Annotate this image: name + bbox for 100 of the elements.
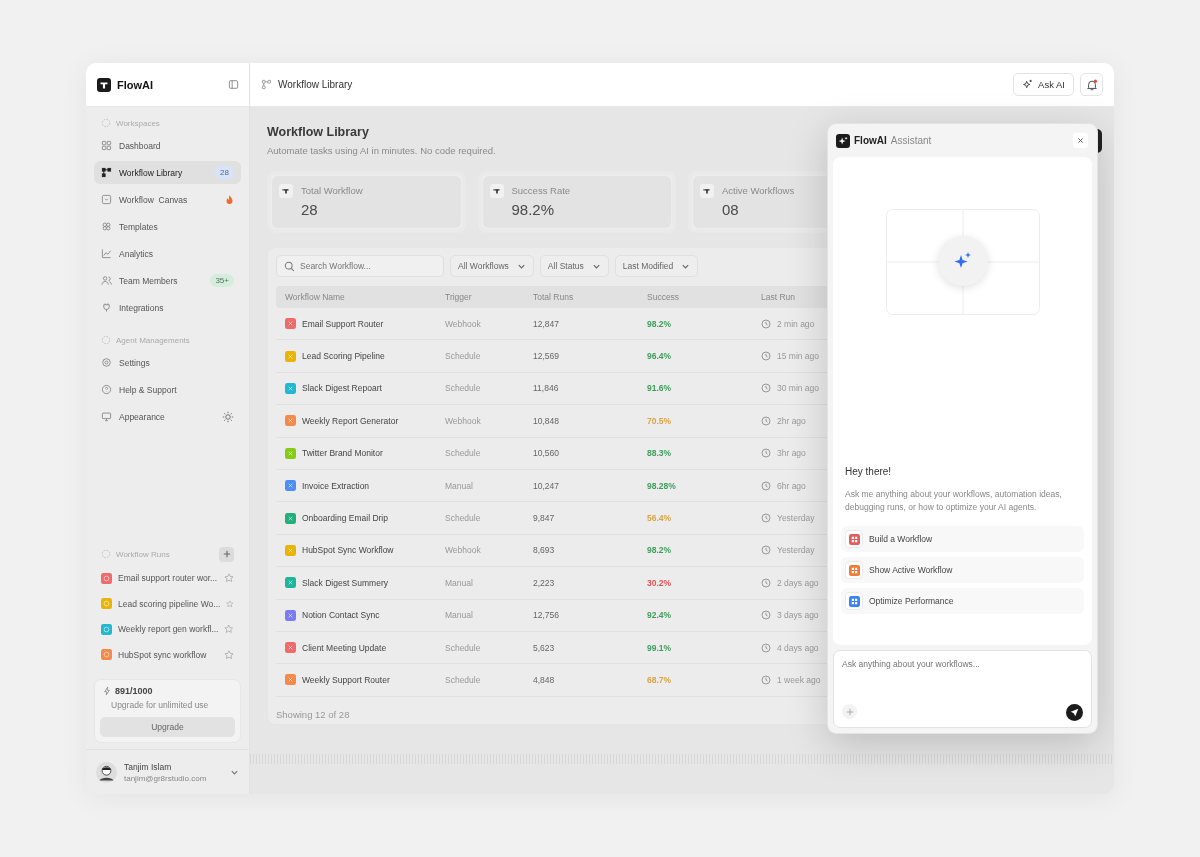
star-icon[interactable] (224, 573, 234, 583)
send-icon (1070, 708, 1079, 717)
table-cell: Weekly Report Generator (302, 415, 399, 426)
table-cell: Invoice Extraction (302, 480, 370, 491)
count-badge: 35+ (210, 274, 234, 287)
nav-item[interactable]: Integrations (94, 296, 241, 319)
filter-dropdown[interactable]: All Status (539, 255, 609, 277)
plug-icon (101, 302, 112, 313)
sidebar-toggle-icon[interactable] (228, 79, 239, 90)
run-item[interactable]: Weekly report gen workfl... (94, 618, 241, 640)
sparkle-icon (937, 236, 988, 286)
stat-label: Active Workflows (722, 185, 795, 196)
table-cell: Client Meeting Update (302, 642, 387, 653)
run-item[interactable]: Lead scoring pipeline Wo... (94, 592, 241, 615)
table-cell: Onboarding Email Drip (302, 513, 388, 524)
star-icon[interactable] (224, 624, 234, 634)
table-cell-text: Webhook (445, 545, 482, 556)
people-icon (101, 275, 112, 286)
filter-dropdown[interactable]: Last Modified (614, 255, 699, 277)
stat-value: 08 (722, 201, 740, 218)
table-cell: 96.4% (647, 351, 672, 362)
table-cell: Yesterday (777, 513, 815, 524)
send-button[interactable] (1066, 704, 1083, 721)
nav-item[interactable]: Help & Support (94, 378, 241, 401)
sparkle-icon (1022, 79, 1034, 90)
table-footer: Showing 12 of 28 (276, 708, 350, 720)
table-cell: Yesterday (777, 545, 815, 556)
search-icon (284, 260, 295, 272)
table-cell: HubSpot Sync Workflow (302, 545, 394, 556)
notification-button[interactable] (1080, 73, 1103, 96)
nav-item[interactable]: Settings (94, 351, 241, 374)
dashed-circle-icon (101, 118, 111, 128)
nav-item[interactable]: Appearance (94, 405, 241, 428)
table-cell-text: Manual (445, 577, 474, 588)
logo-icon (279, 184, 293, 198)
column-header: Last Run (761, 292, 797, 302)
stat-label: Success Rate (511, 185, 571, 196)
logo-icon (97, 77, 111, 92)
suggestion-button[interactable]: Optimize Performance (841, 588, 1084, 615)
user-email: tanjim@gr8rstudio.com (124, 773, 208, 783)
table-cell: 30 min ago (777, 383, 820, 394)
chart-icon (101, 248, 112, 259)
table-cell: 98.2% (647, 318, 672, 329)
run-item[interactable]: HubSpot sync workflow (94, 643, 241, 666)
dashed-circle-icon (101, 335, 111, 345)
table-cell: 1 week ago (777, 675, 821, 685)
close-icon (1077, 137, 1084, 144)
clock-icon (761, 545, 771, 556)
logo-icon (489, 184, 504, 198)
table-cell: Notion Contact Sync (302, 610, 380, 621)
clock-icon (761, 318, 771, 329)
table-cell: 4 days ago (777, 642, 819, 653)
table-cell: 15 min ago (777, 351, 820, 362)
section-title: Workspaces (116, 118, 160, 128)
usage-count: 891/1000 (115, 686, 153, 696)
table-cell: Slack Digest Repoart (302, 383, 382, 394)
monitor-icon (101, 411, 112, 422)
table-cell: 70.5% (647, 415, 672, 426)
frame-icon (101, 194, 112, 205)
nav-item[interactable]: Team Members 35+ (94, 269, 241, 292)
upgrade-button[interactable]: Upgrade (100, 717, 235, 737)
star-icon[interactable] (224, 649, 234, 660)
branch-icon (101, 167, 112, 178)
run-item[interactable]: Email support router wor... (94, 567, 241, 589)
table-cell: 92.4% (647, 610, 672, 621)
nav-item[interactable]: Workflow Canvas (94, 188, 241, 211)
table-cell: 56.4% (647, 513, 672, 524)
ask-ai-button[interactable]: Ask AI (1013, 73, 1074, 96)
grid-icon (101, 140, 112, 151)
attach-button[interactable] (842, 704, 857, 719)
nav-item[interactable]: Analytics (94, 242, 241, 265)
clock-icon (761, 351, 771, 362)
clock-icon (761, 513, 771, 524)
search-field[interactable]: Search Workflow... (276, 255, 444, 277)
search-input[interactable]: Search Workflow... (300, 261, 420, 271)
sun-icon[interactable] (222, 410, 234, 423)
stat-value: 28 (301, 201, 319, 218)
message-field[interactable]: Ask anything about your workflows... (833, 650, 1092, 728)
page-subtitle: Automate tasks using AI in minutes. No code required. (267, 145, 496, 156)
usage-note: Upgrade for unlimited use (111, 700, 210, 710)
table-cell-text: 12,847 (533, 318, 560, 329)
filter-dropdown[interactable]: All Workflows (450, 255, 534, 277)
brand-name: FlowAI (117, 78, 154, 91)
suggestion-button[interactable]: Show Active Workflow (841, 557, 1084, 584)
table-cell-text: Schedule (445, 351, 482, 362)
close-button[interactable] (1073, 133, 1088, 148)
nav-item[interactable]: Templates (94, 215, 241, 238)
table-cell-text: 11,846 (533, 383, 560, 394)
clock-icon (761, 577, 771, 588)
stat-value: 98.2% (511, 201, 556, 218)
nav-item[interactable]: Dashboard (94, 134, 241, 157)
add-button[interactable] (219, 546, 234, 562)
nav-item[interactable]: Workflow Library 28 (94, 161, 241, 184)
page-breadcrumb: Workflow Library (278, 79, 353, 90)
table-cell-text: Manual (445, 610, 474, 621)
table-cell: 3 days ago (777, 610, 819, 621)
suggestion-button[interactable]: Build a Workflow (841, 526, 1084, 553)
star-icon[interactable] (226, 598, 234, 609)
table-cell: 91.6% (647, 383, 672, 394)
table-cell: Email Support Router (302, 318, 384, 329)
